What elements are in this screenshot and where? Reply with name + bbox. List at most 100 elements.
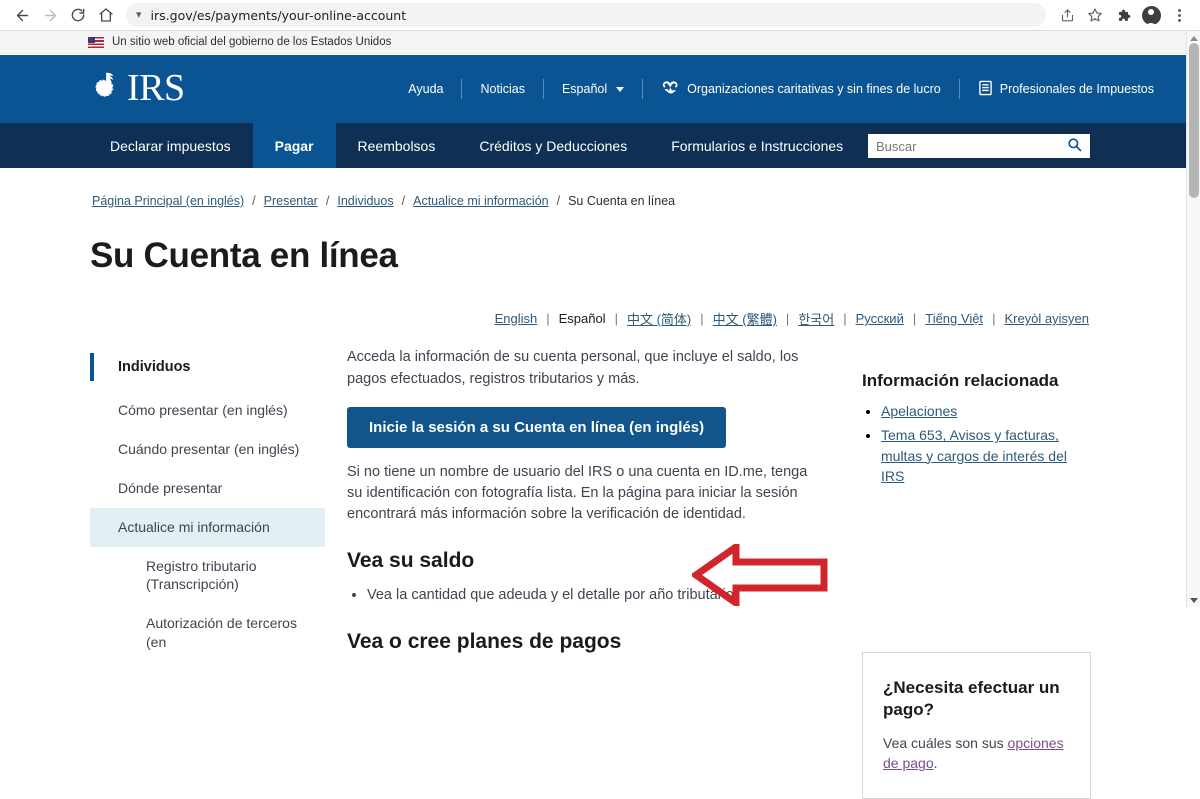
- payment-callout-box: ¿Necesita efectuar un pago? Vea cuáles s…: [862, 652, 1091, 799]
- sidebar-item-registro-tributario[interactable]: Registro tributario (Transcripción): [90, 547, 325, 605]
- scroll-down-icon[interactable]: [1187, 593, 1200, 607]
- forward-button[interactable]: [36, 1, 64, 29]
- browser-menu-icon[interactable]: [1166, 2, 1192, 28]
- breadcrumb-item-home[interactable]: Página Principal (en inglés): [92, 194, 244, 208]
- back-button[interactable]: [8, 1, 36, 29]
- breadcrumb-item-individuos[interactable]: Individuos: [337, 194, 393, 208]
- sidebar-item-autorizacion-de-terceros[interactable]: Autorización de terceros (en: [90, 604, 325, 662]
- util-link-noticias[interactable]: Noticias: [462, 82, 542, 96]
- language-separator: |: [614, 311, 618, 326]
- language-separator: |: [546, 311, 550, 326]
- nav-item-declarar-impuestos[interactable]: Declarar impuestos: [88, 123, 253, 168]
- scrollbar-thumb[interactable]: [1189, 43, 1199, 198]
- util-link-label: Organizaciones caritativas y sin fines d…: [687, 82, 941, 96]
- breadcrumb-item-presentar[interactable]: Presentar: [264, 194, 318, 208]
- breadcrumb-current: Su Cuenta en línea: [568, 194, 676, 208]
- lang-english[interactable]: English: [495, 311, 538, 326]
- search-icon: [1067, 137, 1082, 155]
- util-link-label: Español: [561, 82, 608, 96]
- language-separator: |: [785, 311, 790, 326]
- related-link-tema-653[interactable]: Tema 653, Avisos y facturas, multas y ca…: [881, 427, 1067, 484]
- nav-item-pagar[interactable]: Pagar: [252, 123, 336, 168]
- nav-item-label: Reembolsos: [357, 137, 436, 154]
- right-sidebar: Información relacionada Apelaciones Tema…: [862, 371, 1094, 799]
- sidebar-item-label: Autorización de terceros (en: [146, 615, 297, 651]
- sidebar-item-cuando-presentar[interactable]: Cuándo presentar (en inglés): [90, 430, 325, 469]
- sidebar-item-como-presentar[interactable]: Cómo presentar (en inglés): [90, 391, 325, 430]
- nav-item-label: Formularios e Instrucciones: [671, 137, 844, 154]
- language-selector: English | Español | 中文 (简体) | 中文 (繁體) | …: [495, 309, 1089, 328]
- bookmark-star-icon[interactable]: [1082, 2, 1108, 28]
- nav-item-formularios-e-instrucciones[interactable]: Formularios e Instrucciones: [649, 123, 865, 168]
- related-info-heading: Información relacionada: [862, 371, 1059, 390]
- share-icon[interactable]: [1054, 2, 1080, 28]
- list-item: Vea la cantidad que adeuda y el detalle …: [367, 585, 817, 607]
- charities-icon: [661, 80, 680, 98]
- search-input[interactable]: [876, 138, 1067, 154]
- page-title: Su Cuenta en línea: [90, 236, 398, 275]
- util-link-charities[interactable]: Organizaciones caritativas y sin fines d…: [643, 80, 959, 98]
- main-navigation: Declarar impuestos Pagar Reembolsos Créd…: [0, 123, 1186, 168]
- util-link-tax-pros[interactable]: Profesionales de Impuestos: [960, 80, 1172, 99]
- reload-button[interactable]: [64, 1, 92, 29]
- breadcrumb-separator: /: [401, 194, 406, 208]
- profile-avatar-icon[interactable]: [1138, 2, 1164, 30]
- page-scrollbar[interactable]: [1186, 31, 1200, 607]
- language-separator: |: [912, 311, 917, 326]
- browser-actions: [1054, 2, 1192, 30]
- sidebar-heading: Individuos: [90, 353, 325, 381]
- main-content: Acceda la información de su cuenta perso…: [347, 347, 817, 654]
- sign-in-button[interactable]: Inicie la sesión a su Cuenta en línea (e…: [347, 406, 727, 448]
- callout-heading: ¿Necesita efectuar un pago?: [883, 678, 1060, 720]
- language-separator: |: [700, 311, 704, 326]
- breadcrumb-separator: /: [252, 194, 256, 208]
- callout-text-after: .: [933, 755, 938, 772]
- util-link-label: Noticias: [480, 82, 525, 96]
- util-link-espanol[interactable]: Español: [544, 82, 642, 96]
- extensions-puzzle-icon[interactable]: [1110, 2, 1136, 28]
- sidebar-item-label: Cómo presentar (en inglés): [118, 402, 288, 418]
- home-button[interactable]: [92, 1, 120, 29]
- sidebar-item-label: Registro tributario (Transcripción): [146, 557, 257, 593]
- util-link-ayuda[interactable]: Ayuda: [390, 82, 461, 96]
- language-separator: |: [992, 311, 996, 326]
- site-search: [868, 134, 1090, 158]
- irs-logo[interactable]: IRS: [88, 69, 185, 107]
- nav-item-creditos-y-deducciones[interactable]: Créditos y Deducciones: [457, 123, 649, 168]
- utility-navigation: Ayuda Noticias Español Organizaciones ca…: [390, 55, 1172, 123]
- sidebar-item-donde-presentar[interactable]: Dónde presentar: [90, 469, 325, 508]
- list-item: Apelaciones: [881, 401, 1094, 421]
- government-banner-text: Un sitio web oficial del gobierno de los…: [112, 36, 392, 48]
- breadcrumb-separator: /: [556, 194, 561, 208]
- sidebar-item-actualice-mi-informacion[interactable]: Actualice mi información: [90, 507, 325, 547]
- lang-korean[interactable]: 한국어: [798, 309, 834, 328]
- lang-chinese-simplified[interactable]: 中文 (简体): [627, 309, 691, 328]
- list-item: Tema 653, Avisos y facturas, multas y ca…: [881, 425, 1094, 486]
- related-link-apelaciones[interactable]: Apelaciones: [881, 403, 957, 419]
- identity-note-paragraph: Si no tiene un nombre de usuario del IRS…: [347, 463, 808, 522]
- nav-item-label: Pagar: [274, 137, 314, 154]
- page-body: Página Principal (en inglés) / Presentar…: [0, 168, 1186, 799]
- related-info-list: Apelaciones Tema 653, Avisos y facturas,…: [862, 401, 1094, 486]
- chevron-down-icon: [616, 86, 625, 92]
- nav-item-reembolsos[interactable]: Reembolsos: [336, 123, 458, 168]
- nav-item-label: Créditos y Deducciones: [479, 137, 628, 154]
- irs-seal-icon: [88, 69, 126, 107]
- site-header: IRS Ayuda Noticias Español Organizacione…: [0, 55, 1186, 123]
- intro-paragraph: Acceda la información de su cuenta perso…: [347, 349, 799, 387]
- lang-haitian-creole[interactable]: Kreyòl ayisyen: [1004, 311, 1089, 326]
- lang-vietnamese[interactable]: Tiếng Việt: [925, 311, 983, 326]
- sidebar-item-label: Cuándo presentar (en inglés): [118, 440, 300, 457]
- breadcrumb: Página Principal (en inglés) / Presentar…: [92, 194, 675, 208]
- breadcrumb-item-actualice-mi-informacion[interactable]: Actualice mi información: [413, 194, 548, 208]
- url-text: irs.gov/es/payments/your-online-account: [150, 7, 407, 23]
- callout-text-before: Vea cuáles son sus: [883, 735, 1008, 752]
- callout-text: Vea cuáles son sus opciones de pago.: [883, 733, 1070, 774]
- search-submit-button[interactable]: [1067, 137, 1082, 155]
- lang-chinese-traditional[interactable]: 中文 (繁體): [713, 309, 777, 328]
- section-heading-vea-su-saldo: Vea su saldo: [347, 548, 475, 572]
- util-link-label: Ayuda: [408, 82, 444, 96]
- address-bar[interactable]: ▾ irs.gov/es/payments/your-online-accoun…: [126, 3, 1046, 27]
- lang-russian[interactable]: Русский: [856, 311, 904, 326]
- chevron-down-icon: ▾: [136, 8, 142, 21]
